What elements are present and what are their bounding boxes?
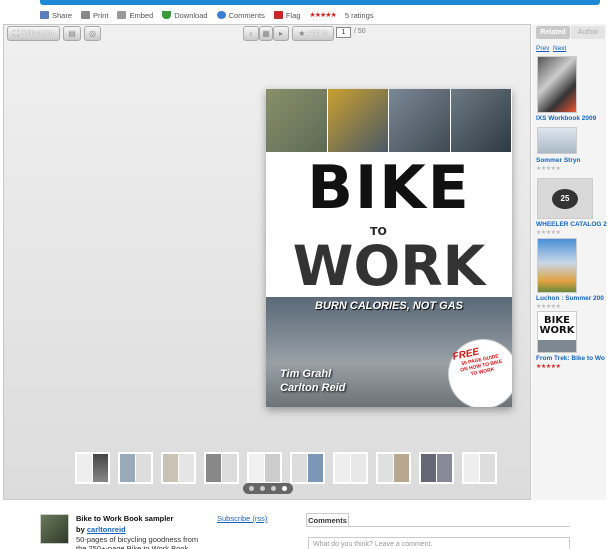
related-title-trek[interactable]: From Trek: Bike to Wo (536, 355, 605, 362)
grid-icon: ▦ (262, 29, 270, 38)
comment-input[interactable]: What do you think? Leave a comment. (308, 537, 570, 549)
tab-author[interactable]: Author (571, 26, 605, 39)
cover-title-work: WORK (292, 234, 486, 298)
share-button[interactable]: Share (40, 11, 72, 20)
cover-author-2: Carlton Reid (280, 382, 346, 394)
download-button[interactable]: Download (162, 10, 208, 20)
related-rating-wheeler: ★★★★★ (536, 230, 561, 236)
page-total: / 50 (354, 28, 366, 35)
next-page-button[interactable]: ▸ (273, 26, 289, 41)
pager-dot[interactable] (271, 486, 276, 491)
embed-icon (117, 11, 127, 19)
comments-label: Comments (228, 10, 265, 20)
cover-authors: Tim Grahl Carlton Reid (280, 367, 345, 395)
page-thumbnail-strip (74, 451, 498, 485)
pages-icon: ▤ (68, 29, 76, 38)
page-thumbnail[interactable] (74, 451, 111, 485)
star-icon: ★ (298, 29, 306, 38)
page-thumbnail[interactable] (332, 451, 369, 485)
related-title-ixs[interactable]: IXS Workbook 2009 (536, 115, 596, 122)
add-to-label: Add to (307, 30, 328, 37)
document-thumbnail[interactable] (40, 514, 69, 544)
print-button[interactable]: Print (81, 11, 108, 20)
document-description: 50-pages of bicycling goodness from the … (76, 535, 199, 549)
comments-button[interactable]: Comments (216, 10, 265, 20)
related-title-wheeler[interactable]: WHEELER CATALOG 2 (536, 221, 607, 228)
fullscreen-icon: ⛶ (13, 28, 20, 38)
page-thumbnail[interactable] (375, 451, 412, 485)
embed-button[interactable]: Embed (117, 11, 153, 20)
flag-button[interactable]: Flag (273, 10, 301, 20)
page-thumbnail[interactable] (289, 451, 326, 485)
flag-icon (273, 11, 283, 19)
pager-dot-active[interactable] (282, 486, 287, 491)
fullscreen-label: Fullscreen (21, 30, 54, 37)
flag-label: Flag (285, 10, 301, 20)
share-label: Share (52, 10, 73, 20)
page-thumbnail[interactable] (203, 451, 240, 485)
cover-title-bike: BIKE (307, 153, 471, 223)
related-title-luchon[interactable]: Luchon : Summer 200 (536, 295, 604, 302)
trek-thumb-title: BIKE WORK (539, 315, 575, 336)
related-rating-trek: ★★★★★ (536, 364, 561, 370)
cover-author-1: Tim Grahl (280, 368, 332, 380)
print-icon (81, 11, 91, 19)
pager-dot[interactable] (249, 486, 254, 491)
grid-view-button[interactable]: ▦ (259, 26, 273, 41)
related-title-sommer[interactable]: Sommer Stryn (536, 157, 580, 164)
embed-label: Embed (129, 10, 154, 20)
page-number-input[interactable]: 1 (336, 27, 351, 38)
related-thumbnail-wheeler[interactable]: 25 (537, 178, 593, 219)
print-label: Print (93, 10, 109, 20)
zoom-icon: ◎ (89, 29, 96, 38)
sidebar-next-link[interactable]: Next (553, 45, 566, 52)
page-thumbnail[interactable] (461, 451, 498, 485)
comments-icon (216, 11, 226, 19)
pages-view-button[interactable]: ▤ (63, 26, 81, 41)
document-byline: by carltonreid (76, 525, 126, 534)
page-thumbnail[interactable] (160, 451, 197, 485)
prev-page-button[interactable]: ‹ (243, 26, 259, 41)
book-cover-page[interactable]: BIKE TO WORK BURN CALORIES, NOT GAS Tim … (266, 89, 512, 407)
top-accent-bar (40, 0, 600, 5)
document-title: Bike to Work Book sampler (76, 514, 174, 523)
fullscreen-button[interactable]: ⛶ Fullscreen (7, 26, 60, 41)
related-thumbnail-luchon[interactable] (537, 238, 577, 293)
download-label: Download (174, 10, 208, 20)
page-thumbnail[interactable] (246, 451, 283, 485)
download-icon (162, 11, 172, 19)
related-rating-luchon: ★★★★★ (536, 304, 561, 310)
related-thumbnail-trek[interactable]: BIKE WORK (537, 311, 577, 353)
add-to-button[interactable]: ★ Add to (292, 26, 334, 41)
related-thumbnail-sommer[interactable] (537, 127, 577, 154)
tab-comments[interactable]: Comments (306, 513, 349, 527)
zoom-button[interactable]: ◎ (84, 26, 101, 41)
cover-tagline: BURN CALORIES, NOT GAS (315, 300, 463, 312)
share-icon (40, 11, 49, 19)
subscribe-rss-link[interactable]: Subscribe (rss) (217, 514, 267, 523)
rating-stars[interactable]: ★★★★★ (309, 11, 336, 19)
rating-count: 5 ratings (344, 10, 374, 20)
page-thumbnail[interactable] (117, 451, 154, 485)
author-link[interactable]: carltonreid (87, 525, 126, 534)
chevron-left-icon: ‹ (249, 29, 253, 38)
comments-divider (306, 526, 570, 527)
thumbnail-pager[interactable] (243, 483, 293, 494)
sidebar-prev-link[interactable]: Prev (536, 45, 549, 52)
wheeler-badge-icon: 25 (552, 188, 578, 209)
play-icon: ▸ (278, 29, 283, 38)
cover-photo-strip (266, 89, 512, 152)
action-bar: Share Print Embed Download Comments Flag… (40, 9, 374, 21)
page-thumbnail[interactable] (418, 451, 455, 485)
tab-related[interactable]: Related (536, 26, 570, 39)
related-rating-sommer: ★★★★★ (536, 166, 561, 172)
pager-dot[interactable] (260, 486, 265, 491)
related-thumbnail-ixs[interactable] (537, 56, 577, 113)
